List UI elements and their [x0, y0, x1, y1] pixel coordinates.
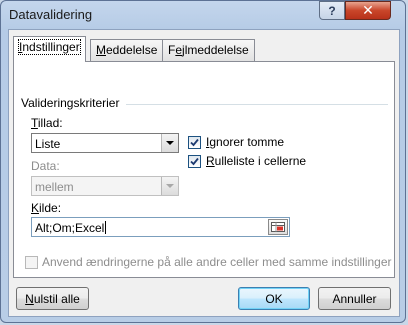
group-divider [126, 104, 388, 105]
clear-all-label: Nulstil alle [25, 291, 80, 306]
ignore-blank-checkbox[interactable] [188, 136, 201, 149]
clear-all-button[interactable]: Nulstil alle [16, 287, 89, 310]
tab-input-message[interactable]: Meddelelse [90, 39, 164, 61]
allow-label: Tillad: [31, 116, 63, 130]
apply-all-checkbox[interactable] [25, 256, 38, 269]
tab-settings-label: Indstillinger [18, 39, 81, 55]
tab-settings[interactable]: Indstillinger [13, 36, 86, 62]
help-icon: ? [328, 3, 336, 18]
in-cell-dropdown-label[interactable]: Rulleliste i cellerne [206, 154, 306, 168]
data-label: Data: [31, 159, 60, 173]
cancel-label: Annuller [332, 291, 377, 306]
source-label: Kilde: [31, 201, 62, 215]
data-select: mellem [31, 176, 179, 196]
dialog-window: Datavalidering ? ✕ Indstillinger Meddele… [0, 0, 406, 323]
range-select-button[interactable] [268, 219, 288, 235]
data-select-value: mellem [35, 180, 74, 194]
settings-panel: Valideringskriterier Tillad: Liste Ignor… [13, 61, 395, 278]
chevron-down-icon[interactable] [161, 134, 178, 152]
range-select-icon [271, 222, 285, 232]
tab-error-alert[interactable]: Fejlmeddelelse [162, 39, 255, 61]
dialog-client-area: Indstillinger Meddelelse Fejlmeddelelse … [8, 29, 400, 317]
help-button[interactable]: ? [319, 1, 345, 20]
close-icon: ✕ [362, 2, 374, 18]
validation-criteria-heading: Valideringskriterier [21, 96, 120, 110]
checkmark-icon [190, 157, 199, 166]
apply-all-label[interactable]: Anvend ændringerne på alle andre celler … [42, 255, 392, 269]
tab-error-alert-label: Fejlmeddelelse [168, 43, 249, 57]
ignore-blank-label[interactable]: Ignorer tomme [206, 135, 284, 149]
checkmark-icon [190, 138, 199, 147]
chevron-down-icon [161, 177, 178, 195]
allow-select[interactable]: Liste [31, 133, 179, 153]
source-input-value: Alt;Om;Excel [35, 221, 107, 235]
ok-button[interactable]: OK [238, 287, 310, 310]
close-button[interactable]: ✕ [345, 1, 391, 20]
in-cell-dropdown-checkbox[interactable] [188, 155, 201, 168]
cancel-button[interactable]: Annuller [318, 287, 391, 310]
ok-label: OK [265, 291, 283, 306]
source-input[interactable]: Alt;Om;Excel [31, 217, 290, 237]
window-title: Datavalidering [9, 7, 93, 22]
tab-input-message-label: Meddelelse [96, 43, 158, 57]
title-bar[interactable]: Datavalidering ? ✕ [1, 1, 405, 29]
allow-select-value: Liste [35, 137, 61, 151]
